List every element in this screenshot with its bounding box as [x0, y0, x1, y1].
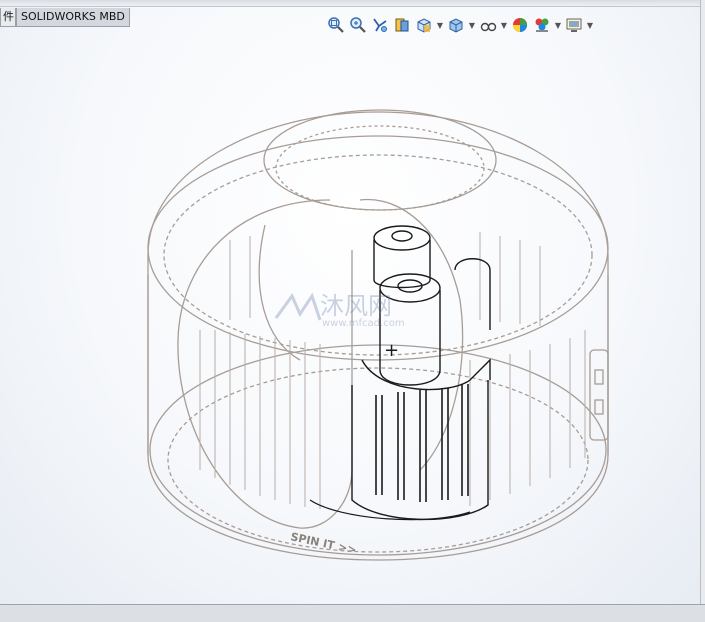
svg-text:www.mfcad.com: www.mfcad.com — [322, 318, 405, 329]
spiral-shell — [177, 199, 353, 529]
svg-text:沐风网: 沐风网 — [320, 292, 392, 320]
side-switch — [589, 349, 609, 441]
housing-outline — [147, 111, 609, 561]
spin-it-label: SPIN IT >> — [289, 530, 357, 557]
battery-plus-symbol: + — [384, 340, 399, 361]
cad-model-view[interactable]: + SPIN IT >> 沐风网 www.mfcad.com — [0, 0, 705, 604]
watermark: 沐风网 www.mfcad.com — [274, 292, 405, 329]
status-bar — [0, 604, 705, 622]
lid-knob — [263, 109, 497, 211]
